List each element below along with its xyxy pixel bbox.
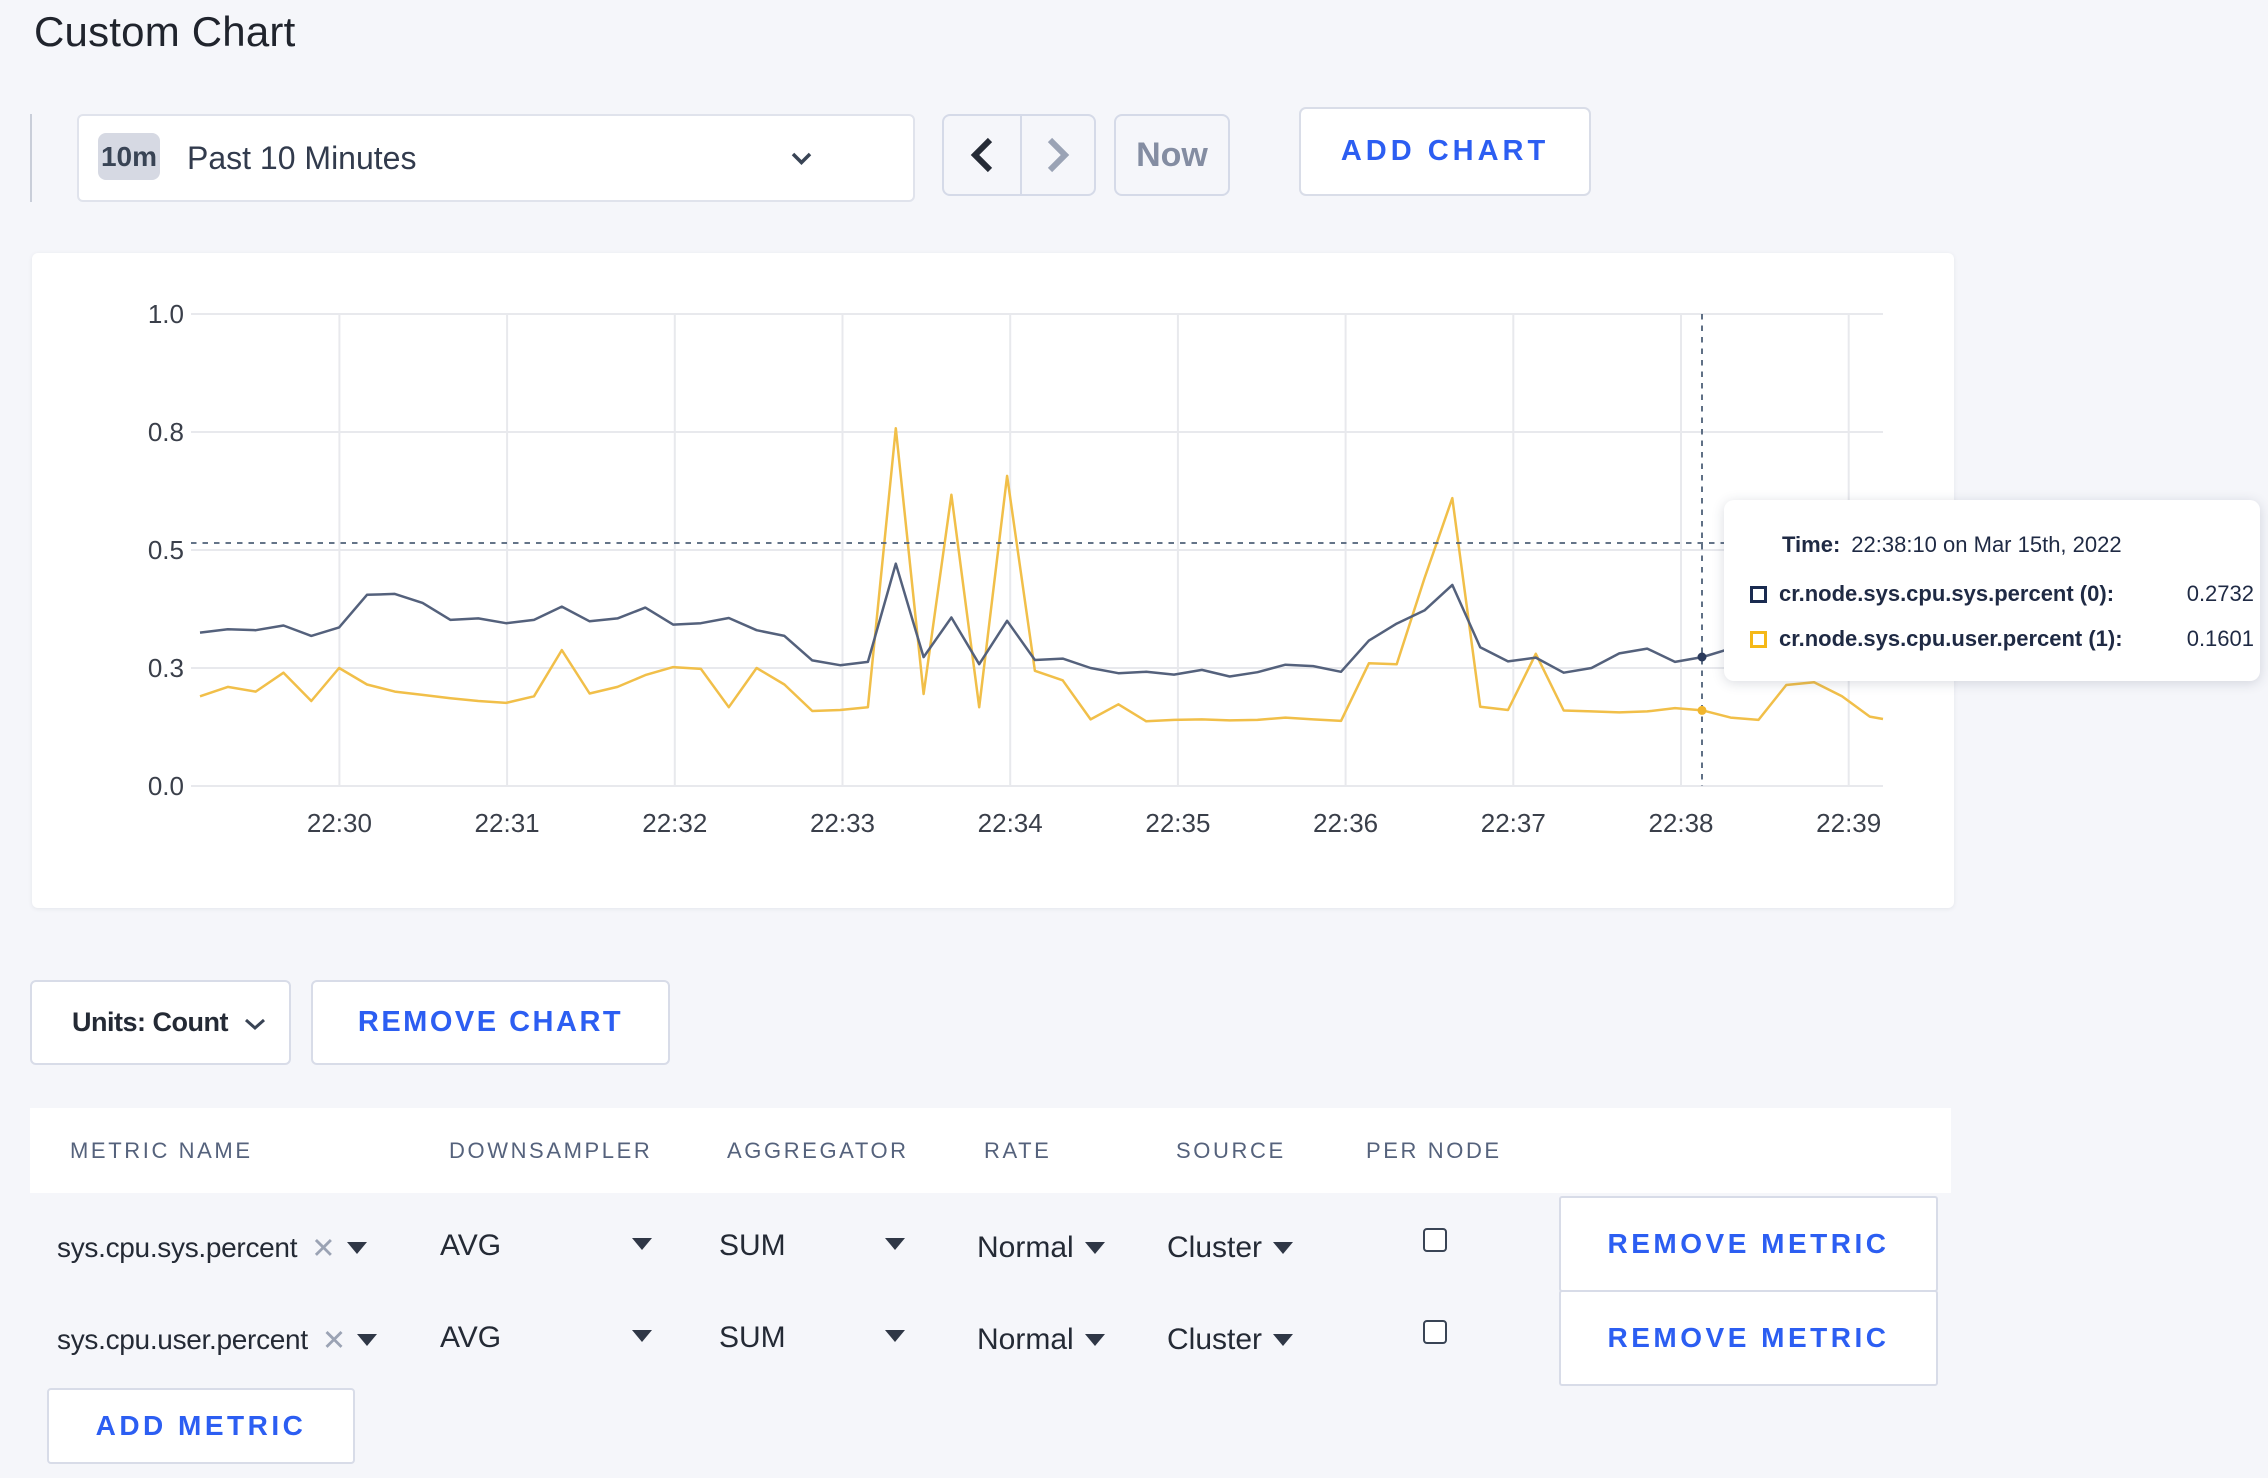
svg-text:0.8: 0.8 bbox=[148, 417, 184, 447]
svg-text:0.5: 0.5 bbox=[148, 535, 184, 565]
svg-text:22:30: 22:30 bbox=[307, 808, 372, 838]
svg-text:0.0: 0.0 bbox=[148, 771, 184, 801]
svg-text:22:31: 22:31 bbox=[475, 808, 540, 838]
svg-text:22:38: 22:38 bbox=[1648, 808, 1713, 838]
svg-text:22:34: 22:34 bbox=[978, 808, 1043, 838]
svg-text:0.3: 0.3 bbox=[148, 653, 184, 683]
svg-text:22:32: 22:32 bbox=[642, 808, 707, 838]
svg-text:1.0: 1.0 bbox=[148, 299, 184, 329]
svg-text:22:35: 22:35 bbox=[1145, 808, 1210, 838]
svg-text:22:39: 22:39 bbox=[1816, 808, 1881, 838]
svg-text:22:36: 22:36 bbox=[1313, 808, 1378, 838]
svg-text:22:37: 22:37 bbox=[1481, 808, 1546, 838]
svg-text:22:33: 22:33 bbox=[810, 808, 875, 838]
